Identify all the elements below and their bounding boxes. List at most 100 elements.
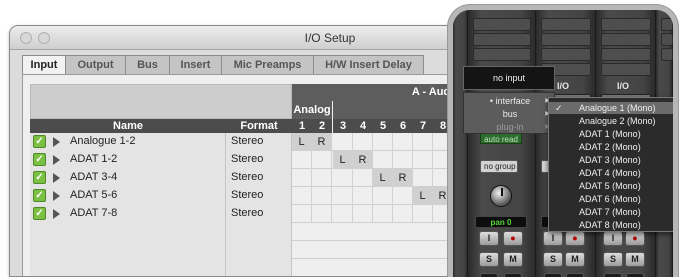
row-format[interactable]: Stereo: [231, 189, 263, 201]
fader-button[interactable]: [480, 273, 498, 277]
assign-cell[interactable]: R: [353, 151, 373, 169]
insert-slot[interactable]: [601, 48, 651, 61]
assign-cell[interactable]: [353, 187, 373, 205]
disclosure-triangle-icon[interactable]: [53, 137, 60, 147]
input-monitor-button[interactable]: I: [479, 231, 499, 246]
assign-cell[interactable]: [353, 169, 373, 187]
no-input-option[interactable]: no input: [463, 66, 555, 90]
fader-button[interactable]: [626, 273, 644, 277]
assign-cell[interactable]: [312, 205, 332, 223]
row-format[interactable]: Stereo: [231, 153, 263, 165]
solo-button[interactable]: S: [479, 252, 499, 267]
assign-cell[interactable]: [353, 205, 373, 223]
mute-button[interactable]: M: [625, 252, 645, 267]
record-arm-button[interactable]: ●: [625, 231, 645, 246]
menu-item-interface[interactable]: • interface▶: [464, 95, 556, 108]
insert-slot[interactable]: [473, 48, 531, 61]
menu-item-analogue-1[interactable]: ✓ Analogue 1 (Mono): [549, 102, 673, 114]
assign-cell[interactable]: [373, 133, 393, 151]
assign-cell[interactable]: [413, 133, 433, 151]
insert-slot[interactable]: [473, 18, 531, 31]
row-format[interactable]: Stereo: [231, 171, 263, 183]
row-checkbox[interactable]: ✓: [33, 153, 46, 166]
tab-insert[interactable]: Insert: [170, 55, 222, 75]
disclosure-triangle-icon[interactable]: [53, 209, 60, 219]
tab-output[interactable]: Output: [66, 55, 126, 75]
assign-cell[interactable]: R: [312, 133, 332, 151]
row-checkbox[interactable]: ✓: [33, 135, 46, 148]
assign-cell[interactable]: [413, 205, 433, 223]
insert-slot[interactable]: [541, 33, 591, 46]
assign-cell[interactable]: R: [393, 169, 413, 187]
menu-item-adat-8[interactable]: ADAT 8 (Mono): [549, 219, 673, 231]
assign-cell[interactable]: [292, 169, 312, 187]
row-checkbox[interactable]: ✓: [33, 189, 46, 202]
fader-button[interactable]: [604, 273, 622, 277]
insert-slot[interactable]: [541, 48, 591, 61]
assign-cell[interactable]: L: [413, 187, 433, 205]
menu-item-adat-2[interactable]: ADAT 2 (Mono): [549, 141, 673, 153]
assign-cell[interactable]: [312, 151, 332, 169]
tab-hw-insert-delay[interactable]: H/W Insert Delay: [314, 55, 424, 75]
row-format[interactable]: Stereo: [231, 207, 263, 219]
input-monitor-button[interactable]: I: [603, 231, 623, 246]
assign-cell[interactable]: [312, 169, 332, 187]
row-name[interactable]: ADAT 1-2: [70, 153, 117, 165]
assign-cell[interactable]: [292, 187, 312, 205]
tab-input[interactable]: Input: [22, 55, 66, 75]
disclosure-triangle-icon[interactable]: [53, 191, 60, 201]
assign-cell[interactable]: [413, 151, 433, 169]
assign-cell[interactable]: [353, 133, 373, 151]
row-checkbox[interactable]: ✓: [33, 171, 46, 184]
input-monitor-button[interactable]: I: [543, 231, 563, 246]
menu-item-adat-4[interactable]: ADAT 4 (Mono): [549, 167, 673, 179]
menu-item-adat-3[interactable]: ADAT 3 (Mono): [549, 154, 673, 166]
assign-cell[interactable]: [292, 151, 312, 169]
assign-cell[interactable]: L: [333, 151, 353, 169]
insert-slot[interactable]: [601, 33, 651, 46]
assign-cell[interactable]: L: [292, 133, 312, 151]
row-name[interactable]: ADAT 3-4: [70, 171, 117, 183]
assign-cell[interactable]: [333, 187, 353, 205]
menu-item-bus[interactable]: bus▶: [464, 108, 556, 121]
fader-button[interactable]: [504, 273, 522, 277]
column-header-format[interactable]: Format: [226, 119, 292, 133]
assign-cell[interactable]: [333, 133, 353, 151]
solo-button[interactable]: S: [603, 252, 623, 267]
insert-slot[interactable]: [601, 18, 651, 31]
fader-button[interactable]: [544, 273, 562, 277]
insert-slot[interactable]: [541, 18, 591, 31]
disclosure-triangle-icon[interactable]: [53, 173, 60, 183]
assign-cell[interactable]: [292, 205, 312, 223]
insert-slot[interactable]: [661, 48, 673, 61]
record-arm-button[interactable]: ●: [503, 231, 523, 246]
assign-cell[interactable]: [393, 205, 413, 223]
group-selector[interactable]: no group: [480, 160, 518, 173]
assign-cell[interactable]: [333, 169, 353, 187]
row-name[interactable]: Analogue 1-2: [70, 135, 135, 147]
mute-button[interactable]: M: [503, 252, 523, 267]
insert-slot[interactable]: [473, 33, 531, 46]
assign-cell[interactable]: [413, 169, 433, 187]
menu-item-adat-1[interactable]: ADAT 1 (Mono): [549, 128, 673, 140]
menu-item-plug-in[interactable]: plug-in▶: [464, 121, 556, 134]
assign-cell[interactable]: [393, 187, 413, 205]
assign-cell[interactable]: [393, 133, 413, 151]
solo-button[interactable]: S: [543, 252, 563, 267]
tab-bus[interactable]: Bus: [126, 55, 170, 75]
pan-knob[interactable]: [490, 185, 512, 207]
assign-cell[interactable]: [373, 151, 393, 169]
menu-item-adat-7[interactable]: ADAT 7 (Mono): [549, 206, 673, 218]
row-name[interactable]: ADAT 5-6: [70, 189, 117, 201]
assign-cell[interactable]: [373, 205, 393, 223]
assign-cell[interactable]: [373, 187, 393, 205]
fader-button[interactable]: [566, 273, 584, 277]
assign-cell[interactable]: [333, 205, 353, 223]
insert-slot[interactable]: [661, 18, 673, 31]
mute-button[interactable]: M: [565, 252, 585, 267]
menu-item-analogue-2[interactable]: Analogue 2 (Mono): [549, 115, 673, 127]
insert-slot[interactable]: [661, 33, 673, 46]
disclosure-triangle-icon[interactable]: [53, 155, 60, 165]
menu-item-adat-5[interactable]: ADAT 5 (Mono): [549, 180, 673, 192]
assign-cell[interactable]: [312, 187, 332, 205]
